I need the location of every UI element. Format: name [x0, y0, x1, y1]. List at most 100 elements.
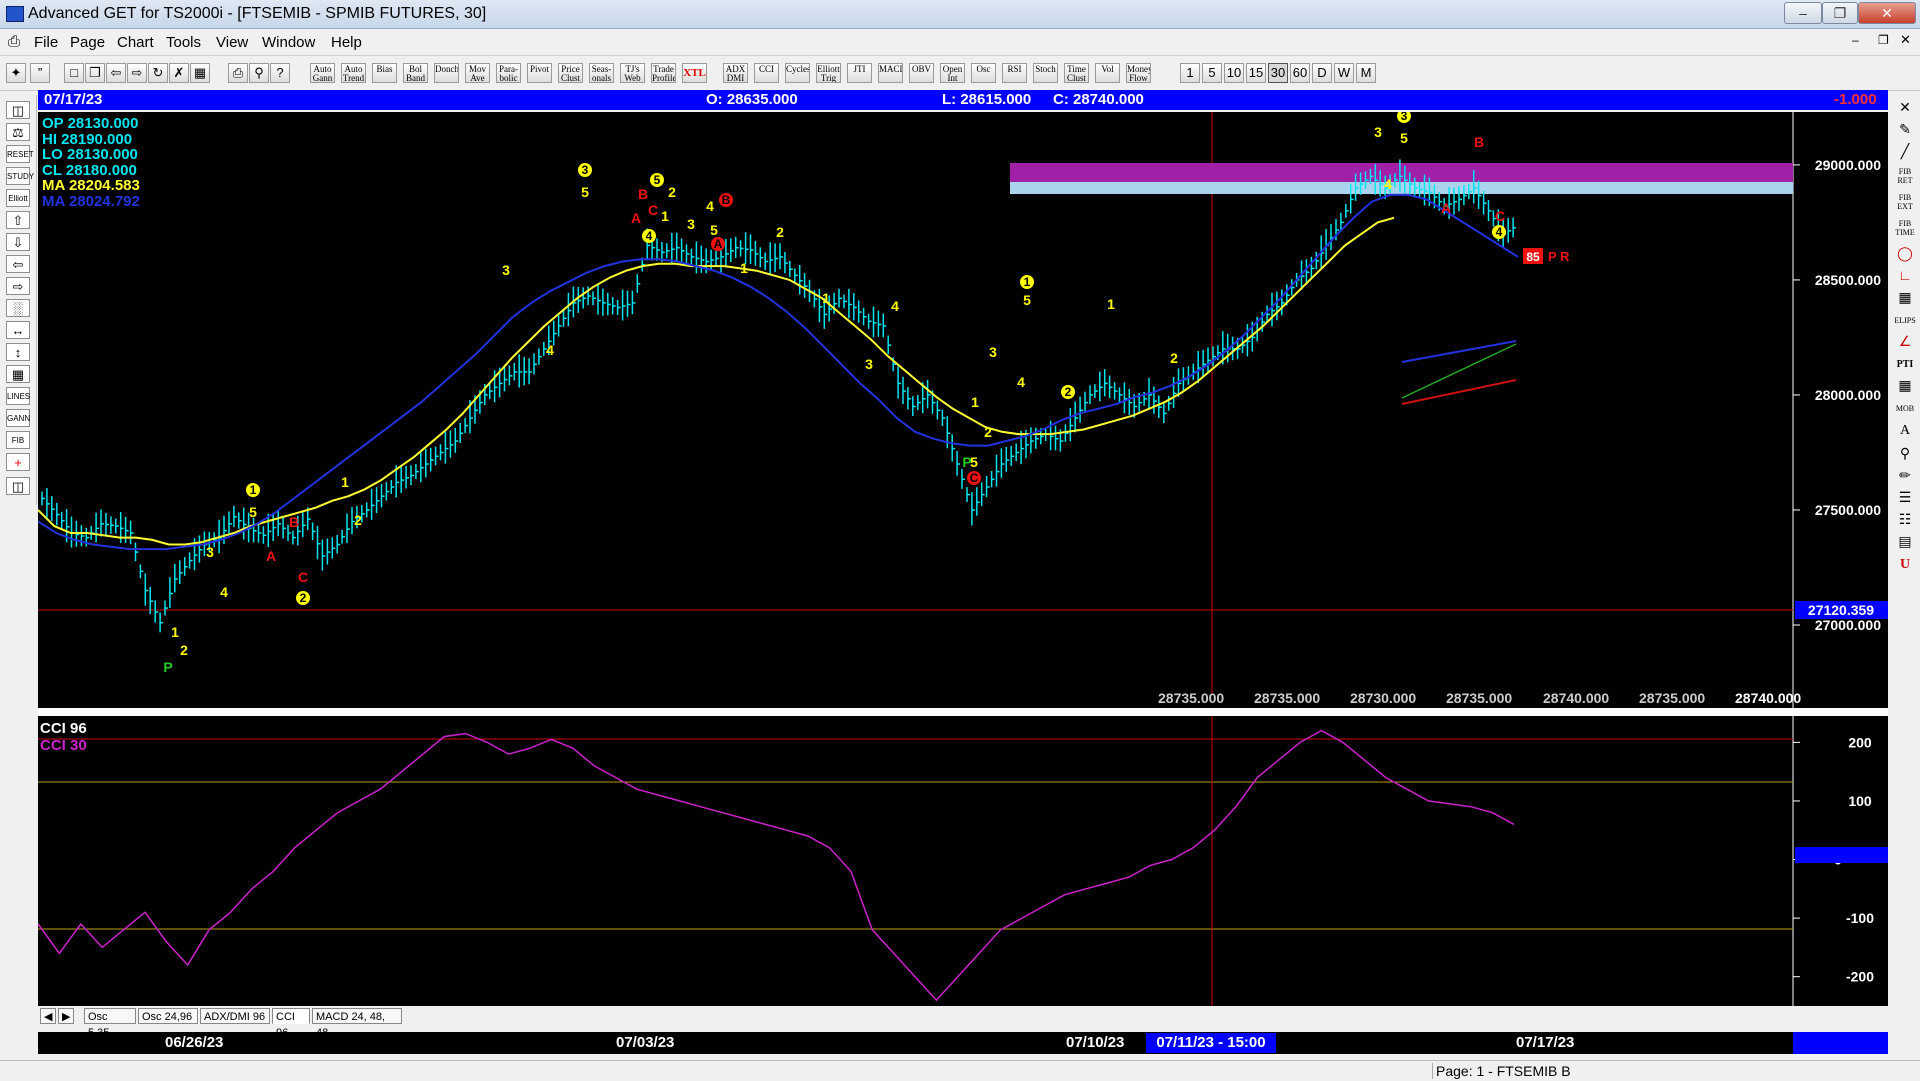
study-button-seas-onals[interactable]: Seas-onals — [589, 63, 614, 83]
refresh-icon[interactable]: ↻ — [148, 63, 168, 83]
study-button-auto-trend[interactable]: Auto Trend — [341, 63, 366, 83]
pointer-icon[interactable]: ✦ — [6, 63, 26, 83]
study-button-rsi[interactable]: RSI — [1002, 63, 1027, 83]
study-button-elliott-trig[interactable]: Elliott Trig — [816, 63, 841, 83]
help-icon[interactable]: ? — [270, 63, 290, 83]
mdi-close-icon[interactable]: ✕ — [1900, 32, 1911, 48]
study-button-macd[interactable]: MACD — [878, 63, 903, 83]
study-button-money-flow[interactable]: Money Flow — [1126, 63, 1151, 83]
menu-page[interactable]: Page — [70, 34, 105, 51]
mdi-minimize-icon[interactable]: – — [1852, 33, 1859, 47]
arrow-down-icon[interactable]: ⇩ — [6, 233, 30, 251]
period-button-w[interactable]: W — [1334, 63, 1354, 83]
pti-icon[interactable]: PTI — [1894, 355, 1916, 375]
mdi-restore-icon[interactable]: ❐ — [1878, 33, 1889, 47]
pen-tool-icon[interactable]: ✎ — [1894, 121, 1916, 141]
grid-icon[interactable]: ▦ — [190, 63, 210, 83]
minimize-button[interactable]: – — [1784, 2, 1822, 24]
document-icon[interactable]: ⎙ — [8, 33, 20, 50]
period-button-d[interactable]: D — [1312, 63, 1332, 83]
study-button-adx-dmi[interactable]: ADX DMI — [723, 63, 748, 83]
study-button-time-clust[interactable]: Time Clust — [1064, 63, 1089, 83]
book-icon[interactable]: ☷ — [1894, 511, 1916, 531]
menu-window[interactable]: Window — [262, 34, 315, 51]
grid-tool-icon[interactable]: ▦ — [1894, 377, 1916, 397]
study-button-bol-band[interactable]: Bol Band — [403, 63, 428, 83]
crosshair-icon[interactable]: + — [6, 453, 30, 471]
menu-chart[interactable]: Chart — [117, 34, 154, 51]
fib-time-icon[interactable]: FIB TIME — [1894, 219, 1916, 239]
fib-icon[interactable]: FIB — [6, 431, 30, 449]
menu-tools[interactable]: Tools — [166, 34, 201, 51]
study-button-trade-profile[interactable]: Trade Profile — [651, 63, 676, 83]
study-button-cycles[interactable]: Cycles — [785, 63, 810, 83]
study-button-price-clust[interactable]: Price Clust — [558, 63, 583, 83]
compress-icon[interactable]: ↔ — [6, 321, 30, 339]
tab-macd-24-48-48[interactable]: MACD 24, 48, 48 — [312, 1008, 402, 1039]
maximize-button[interactable]: ❐ — [1822, 2, 1858, 24]
ellipse-tool-icon[interactable]: ELIPS — [1894, 311, 1916, 331]
mob-icon[interactable]: MOB — [1894, 399, 1916, 419]
study-button-mov-ave[interactable]: Mov Ave — [465, 63, 490, 83]
quote-icon[interactable]: ” — [30, 63, 50, 83]
tab-cci-96[interactable]: CCI 96 — [272, 1008, 310, 1039]
cci-pane[interactable]: 2001000-100-200 CCI 96 CCI 30 — [37, 716, 1888, 1006]
tab-adx-dmi-96[interactable]: ADX/DMI 96 — [200, 1008, 270, 1024]
open-icon[interactable]: ◫ — [6, 101, 30, 119]
tab-osc-24-96[interactable]: Osc 24,96 — [138, 1008, 198, 1024]
menu-help[interactable]: Help — [331, 34, 362, 51]
period-button-5[interactable]: 5 — [1202, 63, 1222, 83]
table-icon[interactable]: ▦ — [6, 365, 30, 383]
reset-icon[interactable]: RESET — [6, 145, 34, 163]
print-icon[interactable]: ⎙ — [228, 63, 248, 83]
period-button-15[interactable]: 15 — [1246, 63, 1266, 83]
study-button-donch[interactable]: Donch — [434, 63, 459, 83]
fib-ext-icon[interactable]: FIB EXT — [1894, 193, 1916, 213]
text-tool-icon[interactable]: A — [1894, 421, 1916, 441]
arrow-left-icon[interactable]: ⇦ — [6, 255, 30, 273]
balance-icon[interactable]: ⚖ — [6, 123, 30, 141]
channel-tool-icon[interactable]: ▦ — [1894, 289, 1916, 309]
study-button-auto-gann[interactable]: Auto Gann — [310, 63, 335, 83]
forward-icon[interactable]: ⇨ — [127, 63, 147, 83]
circle-tool-icon[interactable]: ◯ — [1894, 245, 1916, 265]
gann-icon[interactable]: GANN — [6, 409, 30, 427]
elliott-icon[interactable]: Elliott — [6, 189, 30, 207]
period-button-m[interactable]: M — [1356, 63, 1376, 83]
gann-fan-icon[interactable]: ∠ — [1894, 333, 1916, 353]
study-button-xtl[interactable]: XTL — [682, 63, 707, 83]
close-button[interactable]: ✕ — [1858, 2, 1916, 24]
pane-separator[interactable] — [38, 708, 1888, 716]
lines-icon[interactable]: LINES — [6, 387, 30, 405]
arrow-up-icon[interactable]: ⇧ — [6, 211, 30, 229]
u-tool-icon[interactable]: U — [1894, 555, 1916, 575]
save-icon[interactable]: ◫ — [6, 477, 30, 495]
line-tool-icon[interactable]: ╱ — [1894, 143, 1916, 163]
pencil-icon[interactable]: ✏ — [1894, 467, 1916, 487]
study-icon[interactable]: STUDY — [6, 167, 34, 185]
menu-view[interactable]: View — [216, 34, 248, 51]
delete-icon[interactable]: ✗ — [169, 63, 189, 83]
bulb-icon[interactable]: ⚲ — [249, 63, 269, 83]
tab-scroll-right-icon[interactable]: ▶ — [58, 1008, 74, 1024]
study-button-osc[interactable]: Osc — [971, 63, 996, 83]
fib-ret-icon[interactable]: FIB RET — [1894, 167, 1916, 187]
tab-osc-5-35[interactable]: Osc 5,35 — [84, 1008, 136, 1039]
period-button-30[interactable]: 30 — [1268, 63, 1288, 83]
list-tool-icon[interactable]: ☰ — [1894, 489, 1916, 509]
study-button-pivot[interactable]: Pivot — [527, 63, 552, 83]
zoom-icon[interactable]: ⚲ — [1894, 445, 1916, 465]
expand-icon[interactable]: ↕ — [6, 343, 30, 361]
study-button-tj-s-web[interactable]: TJ's Web — [620, 63, 645, 83]
cross-tool-icon[interactable]: ✕ — [1894, 99, 1916, 119]
study-button-stoch[interactable]: Stoch — [1033, 63, 1058, 83]
period-button-10[interactable]: 10 — [1224, 63, 1244, 83]
study-button-bias[interactable]: Bias — [372, 63, 397, 83]
study-button-obv[interactable]: OBV — [909, 63, 934, 83]
study-button-jti[interactable]: JTI — [847, 63, 872, 83]
study-button-cci[interactable]: CCI — [754, 63, 779, 83]
layers-icon[interactable]: ▤ — [1894, 533, 1916, 553]
period-button-1[interactable]: 1 — [1180, 63, 1200, 83]
study-button-para-bolic[interactable]: Para-bolic — [496, 63, 521, 83]
menu-file[interactable]: File — [34, 34, 58, 51]
